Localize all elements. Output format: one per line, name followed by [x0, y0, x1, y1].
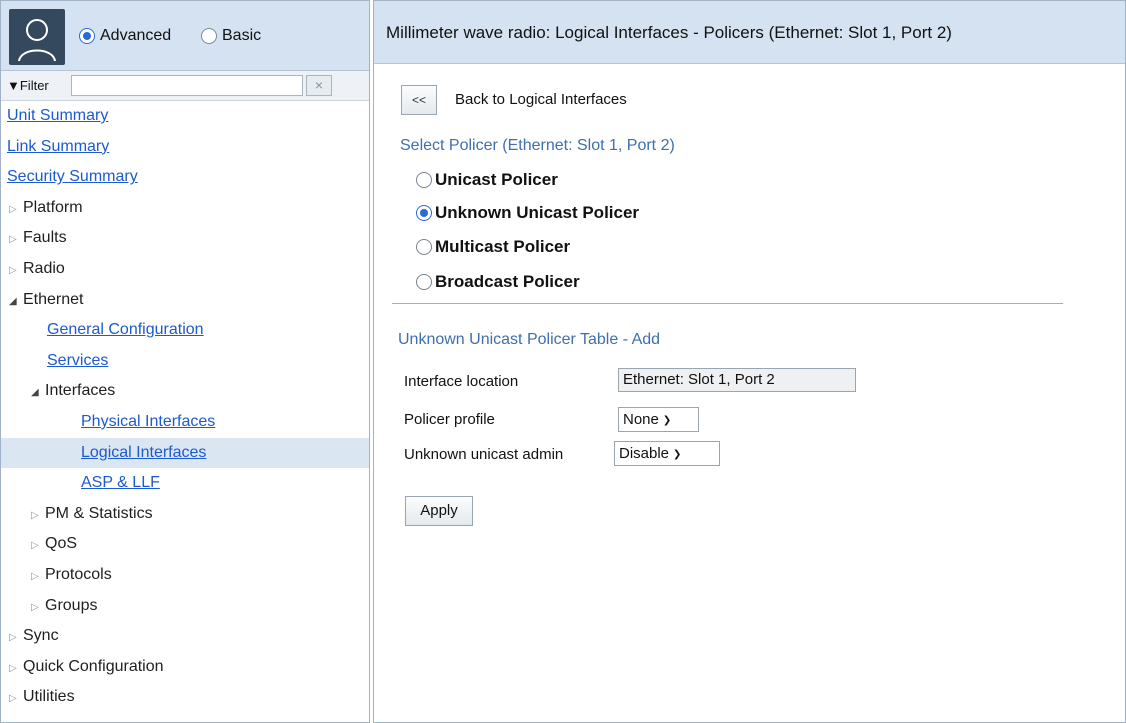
collapsed-arrow-icon[interactable]: ▷ — [9, 684, 23, 715]
nav-item-label: Physical Interfaces — [81, 412, 216, 430]
nav-item-label: Interfaces — [45, 382, 116, 400]
nav-item-label: Unit Summary — [7, 107, 109, 124]
nav-item-label: Security Summary — [7, 168, 138, 186]
nav-item-unit-summary[interactable]: Unit Summary — [1, 101, 369, 132]
policer-option-label: Multicast Policer — [435, 237, 571, 256]
policer-option-multicast[interactable]: Multicast Policer — [416, 237, 570, 257]
nav-header: Advanced Basic — [1, 1, 369, 71]
collapsed-arrow-icon[interactable]: ▷ — [9, 256, 23, 287]
apply-button[interactable]: Apply — [405, 496, 473, 526]
interface-location-label: Interface location — [404, 373, 519, 390]
nav-item-label: Logical Interfaces — [81, 443, 207, 461]
filter-bar: ▼Filter × — [1, 71, 369, 101]
nav-item-security-summary[interactable]: Security Summary — [1, 162, 369, 193]
nav-item-label: Utilities — [23, 688, 75, 706]
nav-item-groups[interactable]: ▷ Groups — [1, 591, 369, 622]
expanded-arrow-icon[interactable]: ◢ — [31, 378, 45, 409]
filter-label[interactable]: ▼Filter — [7, 78, 49, 93]
radio-unchecked-icon[interactable] — [416, 274, 432, 290]
nav-item-pm-statistics[interactable]: ▷ PM & Statistics — [1, 499, 369, 530]
navigation-pane: Advanced Basic ▼Filter × Unit Summary Lin… — [0, 0, 370, 723]
nav-item-radio[interactable]: ▷ Radio — [1, 254, 369, 285]
collapsed-arrow-icon[interactable]: ▷ — [9, 225, 23, 256]
nav-item-faults[interactable]: ▷ Faults — [1, 223, 369, 254]
nav-item-label: General Configuration — [47, 321, 204, 339]
mode-basic-radio[interactable]: Basic — [201, 27, 261, 45]
mode-basic-label: Basic — [222, 27, 262, 44]
nav-item-label: Quick Configuration — [23, 657, 164, 675]
nav-tree: Unit Summary Link Summary Security Summary… — [1, 101, 369, 713]
policer-option-label: Broadcast Policer — [435, 272, 580, 291]
back-label: Back to Logical Interfaces — [455, 91, 627, 108]
collapsed-arrow-icon[interactable]: ▷ — [9, 623, 23, 654]
page-title: Millimeter wave radio: Logical Interface… — [374, 1, 1125, 64]
content-pane: Millimeter wave radio: Logical Interface… — [373, 0, 1126, 723]
nav-item-label: QoS — [45, 535, 78, 553]
collapsed-arrow-icon[interactable]: ▷ — [31, 562, 45, 593]
nav-item-sync[interactable]: ▷ Sync — [1, 621, 369, 652]
collapsed-arrow-icon[interactable]: ▷ — [31, 501, 45, 532]
unknown-unicast-admin-label: Unknown unicast admin — [404, 446, 564, 463]
radio-unchecked-icon[interactable] — [416, 172, 432, 188]
nav-item-label: Ethernet — [23, 290, 84, 308]
nav-item-label: Link Summary — [7, 137, 110, 155]
collapsed-arrow-icon[interactable]: ▷ — [31, 593, 45, 624]
mode-advanced-radio[interactable]: Advanced — [79, 27, 171, 45]
select-policer-heading: Select Policer (Ethernet: Slot 1, Port 2… — [400, 137, 675, 154]
nav-item-label: Platform — [23, 198, 83, 216]
collapsed-arrow-icon[interactable]: ▷ — [31, 531, 45, 562]
nav-item-general-configuration[interactable]: General Configuration — [1, 315, 369, 346]
policer-option-label: Unicast Policer — [435, 170, 558, 189]
nav-item-link-summary[interactable]: Link Summary — [1, 132, 369, 163]
nav-item-qos[interactable]: ▷ QoS — [1, 529, 369, 560]
nav-item-ethernet[interactable]: ◢ Ethernet — [1, 285, 369, 316]
collapsed-arrow-icon[interactable]: ▷ — [9, 654, 23, 685]
unknown-unicast-admin-value: Disable — [619, 445, 670, 462]
nav-item-label: ASP & LLF — [81, 474, 160, 492]
nav-item-interfaces[interactable]: ◢ Interfaces — [1, 376, 369, 407]
nav-item-label: PM & Statistics — [45, 504, 153, 522]
chevron-down-icon: ❯ — [662, 415, 672, 426]
nav-item-asp-llf[interactable]: ASP & LLF — [1, 468, 369, 499]
policer-option-unicast[interactable]: Unicast Policer — [416, 170, 558, 190]
nav-item-label: Groups — [45, 596, 98, 614]
nav-item-label: Faults — [23, 229, 67, 247]
nav-item-logical-interfaces[interactable]: Logical Interfaces — [1, 437, 369, 469]
policer-profile-select[interactable]: None ❯ — [618, 407, 699, 432]
nav-item-label: Services — [47, 351, 109, 369]
nav-item-label: Protocols — [45, 565, 112, 583]
interface-location-field: Ethernet: Slot 1, Port 2 — [618, 368, 856, 392]
user-avatar-icon[interactable] — [9, 9, 65, 65]
radio-unchecked-icon[interactable] — [201, 28, 217, 44]
expanded-arrow-icon[interactable]: ◢ — [9, 287, 23, 318]
collapsed-arrow-icon[interactable]: ▷ — [9, 195, 23, 226]
back-button[interactable]: << — [401, 85, 437, 115]
filter-input[interactable] — [71, 75, 303, 96]
radio-checked-icon[interactable] — [416, 205, 432, 221]
table-add-heading: Unknown Unicast Policer Table - Add — [398, 331, 661, 348]
mode-advanced-label: Advanced — [100, 27, 172, 44]
policer-profile-value: None — [623, 411, 659, 428]
nav-item-services[interactable]: Services — [1, 346, 369, 377]
nav-item-protocols[interactable]: ▷ Protocols — [1, 560, 369, 591]
policer-profile-label: Policer profile — [404, 411, 495, 428]
policer-option-label: Unknown Unicast Policer — [435, 203, 640, 222]
section-divider — [392, 303, 1063, 304]
policer-option-unknown-unicast[interactable]: Unknown Unicast Policer — [416, 203, 639, 223]
nav-item-quick-configuration[interactable]: ▷ Quick Configuration — [1, 652, 369, 683]
policer-option-broadcast[interactable]: Broadcast Policer — [416, 272, 580, 292]
nav-item-physical-interfaces[interactable]: Physical Interfaces — [1, 407, 369, 438]
nav-item-platform[interactable]: ▷ Platform — [1, 193, 369, 224]
nav-item-label: Sync — [23, 627, 59, 645]
chevron-down-icon: ❯ — [673, 449, 682, 460]
radio-unchecked-icon[interactable] — [416, 239, 432, 255]
nav-item-utilities[interactable]: ▷ Utilities — [1, 682, 369, 713]
radio-checked-icon[interactable] — [79, 28, 95, 44]
unknown-unicast-admin-select[interactable]: Disable ❯ — [614, 441, 720, 466]
filter-clear-button[interactable]: × — [306, 75, 332, 96]
nav-item-label: Radio — [23, 259, 65, 277]
